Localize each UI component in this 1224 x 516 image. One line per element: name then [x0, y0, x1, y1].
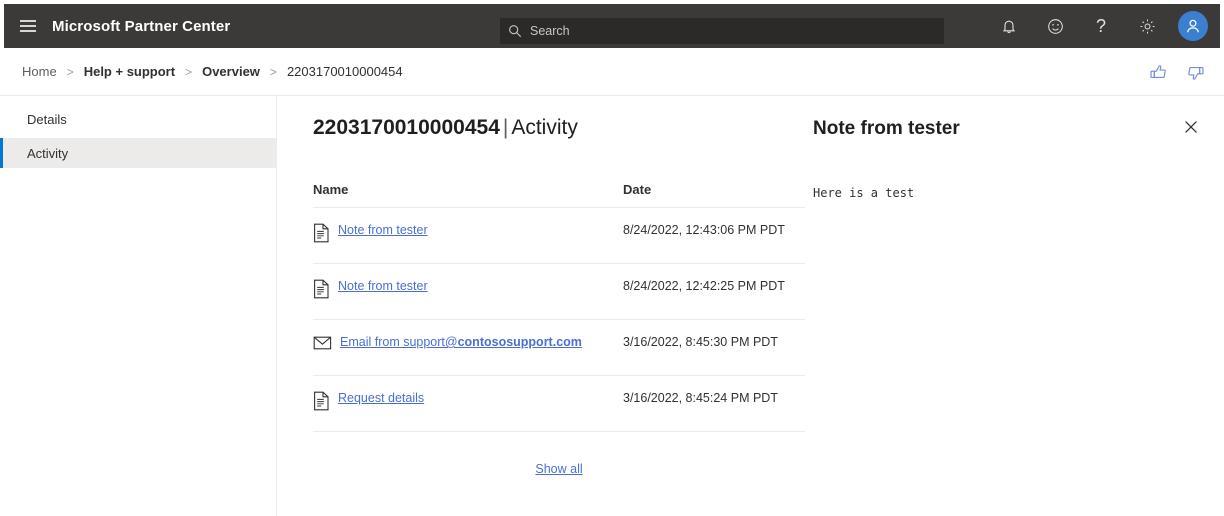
breadcrumb-item-ticket-id[interactable]: 2203170010000454 — [287, 64, 403, 79]
cell-date: 3/16/2022, 8:45:30 PM PDT — [623, 335, 778, 349]
feedback-smiley-icon[interactable] — [1032, 4, 1078, 48]
activity-link-text: Note from tester — [338, 223, 428, 237]
detail-pane-title: Note from tester — [813, 118, 960, 139]
activity-link-text: Note from tester — [338, 279, 428, 293]
global-search[interactable] — [500, 18, 944, 44]
activity-link-suffix: contososupport.com — [457, 335, 582, 349]
header-icon-group: ? — [986, 4, 1212, 48]
activity-table: Name Date Note from tester 8/24/2022, 12… — [313, 182, 805, 476]
table-row[interactable]: Request details 3/16/2022, 8:45:24 PM PD… — [313, 376, 805, 432]
activity-link-text: Email from support@ — [340, 335, 458, 349]
sidebar-item-details[interactable]: Details — [0, 104, 276, 134]
sidebar-item-label: Activity — [27, 145, 69, 161]
content-stage: Details Activity 2203170010000454 | Activi… — [0, 96, 1224, 516]
document-icon — [313, 279, 330, 304]
app-header: Microsoft Partner Center ? — [4, 4, 1220, 48]
cell-date: 3/16/2022, 8:45:24 PM PDT — [623, 391, 778, 405]
breadcrumb-item-home[interactable]: Home — [22, 64, 57, 79]
cell-date: 8/24/2022, 12:43:06 PM PDT — [623, 223, 785, 237]
detail-pane-body: Here is a test — [813, 186, 915, 200]
table-row[interactable]: Note from tester 8/24/2022, 12:43:06 PM … — [313, 208, 805, 264]
breadcrumb-item-help-support[interactable]: Help + support — [84, 64, 175, 79]
detail-pane: Note from tester Here is a test — [805, 96, 1224, 516]
thumbs-up-icon[interactable] — [1148, 62, 1169, 83]
page-title-separator: | — [502, 116, 509, 139]
page-title-view: Activity — [511, 116, 578, 139]
breadcrumb-separator-icon: > — [269, 64, 277, 79]
search-input[interactable] — [530, 24, 944, 38]
email-icon — [313, 335, 332, 356]
user-avatar[interactable] — [1178, 11, 1208, 41]
breadcrumb-separator-icon: > — [66, 64, 74, 79]
breadcrumb-separator-icon: > — [185, 64, 193, 79]
breadcrumb-bar: Home > Help + support > Overview > 22031… — [0, 48, 1224, 96]
cell-name: Note from tester — [313, 222, 623, 248]
document-icon — [313, 391, 330, 416]
settings-gear-icon[interactable] — [1124, 4, 1170, 48]
cell-date: 8/24/2022, 12:42:25 PM PDT — [623, 279, 785, 293]
hamburger-menu-icon[interactable] — [4, 4, 52, 48]
app-brand-title: Microsoft Partner Center — [52, 17, 231, 35]
column-header-date[interactable]: Date — [623, 182, 803, 197]
column-header-name[interactable]: Name — [313, 182, 623, 197]
show-all-link[interactable]: Show all — [535, 462, 582, 476]
main-content: 2203170010000454 | Activity Name Date No… — [277, 96, 805, 516]
thumbs-down-icon[interactable] — [1185, 62, 1206, 83]
sidebar-item-label: Details — [27, 111, 67, 127]
notifications-icon[interactable] — [986, 4, 1032, 48]
cell-name: Note from tester — [313, 278, 623, 304]
close-icon[interactable] — [1182, 118, 1200, 136]
table-row[interactable]: Note from tester 8/24/2022, 12:42:25 PM … — [313, 264, 805, 320]
activity-link-text: Request details — [338, 391, 425, 405]
breadcrumb: Home > Help + support > Overview > 22031… — [0, 64, 403, 79]
activity-link[interactable]: Request details — [338, 390, 424, 407]
cell-name: Request details — [313, 390, 623, 416]
feedback-buttons — [1148, 48, 1206, 96]
document-icon — [313, 223, 330, 248]
page-title-ticket-id: 2203170010000454 — [313, 116, 500, 139]
show-all-container: Show all — [313, 432, 805, 476]
sidebar-item-activity[interactable]: Activity — [0, 138, 276, 168]
help-icon[interactable]: ? — [1078, 4, 1124, 48]
secondary-sidebar: Details Activity — [0, 96, 277, 516]
breadcrumb-item-overview[interactable]: Overview — [202, 64, 260, 79]
activity-link[interactable]: Email from support@contososupport.com — [340, 334, 582, 351]
cell-name: Email from support@contososupport.com — [313, 334, 623, 356]
activity-link[interactable]: Note from tester — [338, 222, 428, 239]
activity-link[interactable]: Note from tester — [338, 278, 428, 295]
page-title: 2203170010000454 | Activity — [313, 116, 805, 140]
table-header-row: Name Date — [313, 182, 805, 208]
table-row[interactable]: Email from support@contososupport.com 3/… — [313, 320, 805, 376]
search-icon — [500, 24, 530, 38]
